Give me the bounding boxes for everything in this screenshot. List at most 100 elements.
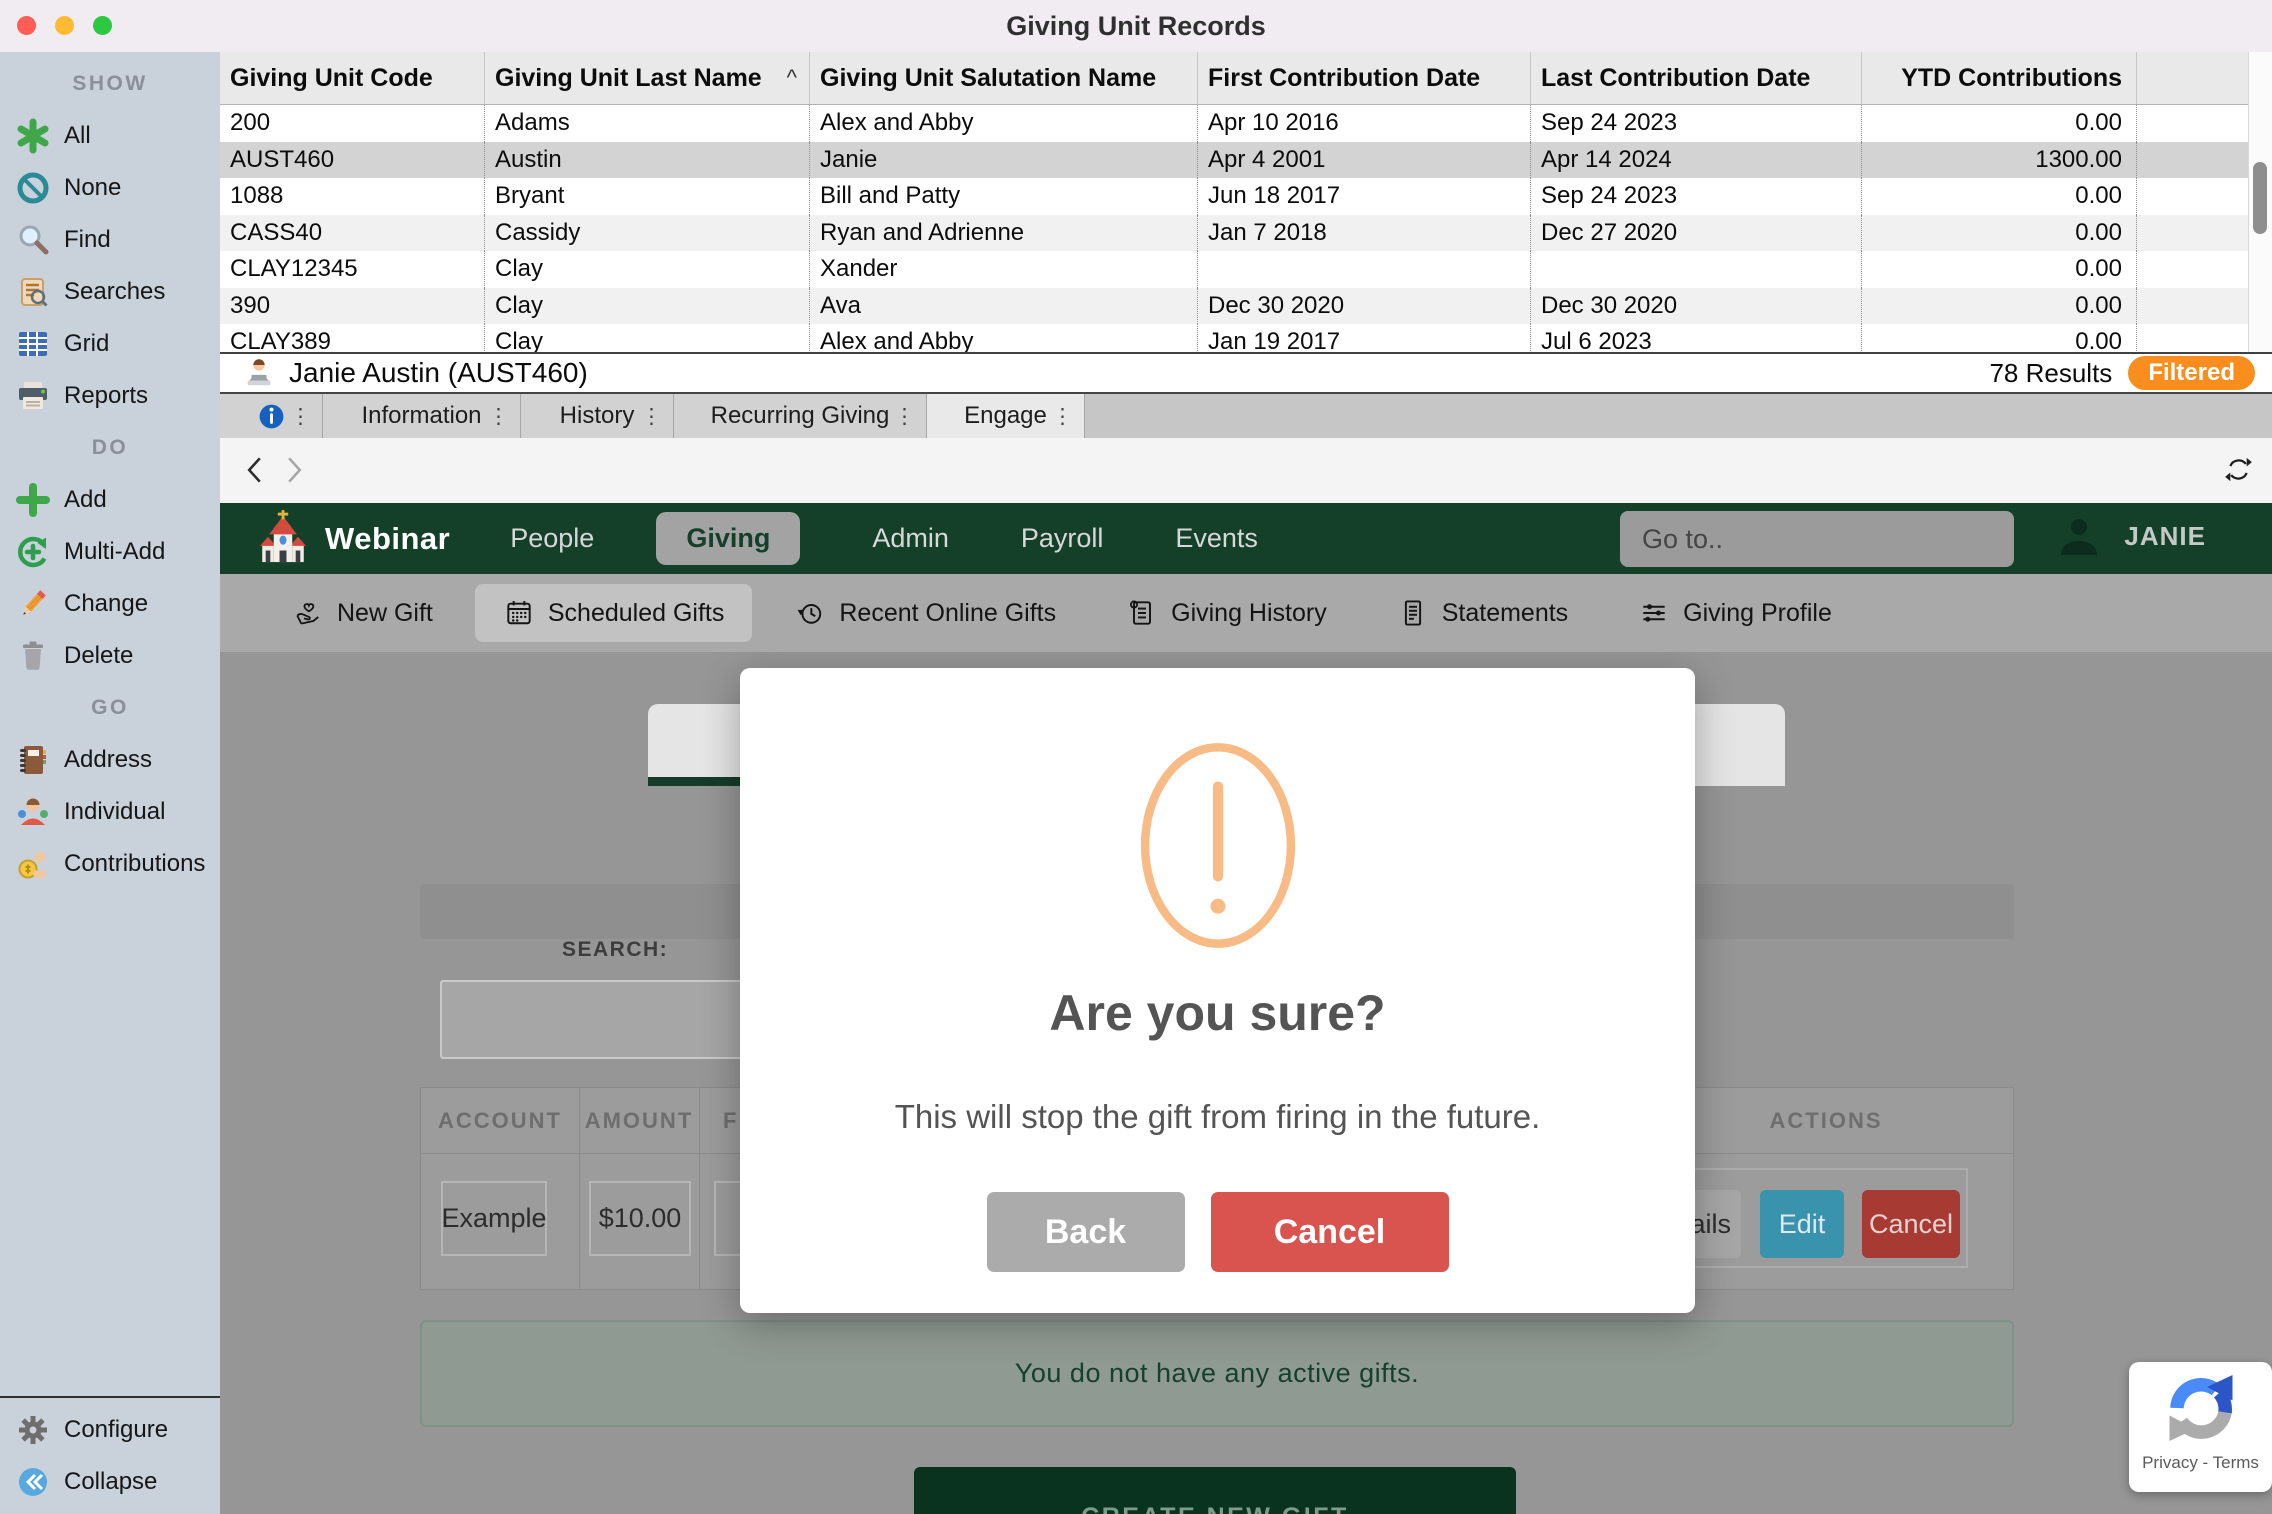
- table-cell: Clay: [484, 251, 809, 288]
- subnav-item-recent-online-gifts[interactable]: Recent Online Gifts: [766, 584, 1084, 642]
- history-icon: [794, 597, 826, 629]
- table-scrollbar[interactable]: [2248, 52, 2272, 352]
- subnav-item-new-gift[interactable]: New Gift: [264, 584, 461, 642]
- statements-icon: [1397, 597, 1429, 629]
- sidebar-item-all[interactable]: All: [0, 110, 220, 162]
- sidebar-item-none[interactable]: None: [0, 162, 220, 214]
- subnav-item-label: Giving History: [1171, 599, 1327, 628]
- subnav-item-giving-history[interactable]: Giving History: [1098, 584, 1355, 642]
- forward-arrow-icon[interactable]: [286, 453, 303, 487]
- sidebar-item-collapse[interactable]: Collapse: [0, 1456, 220, 1508]
- table-row[interactable]: AUST460AustinJanieApr 4 2001Apr 14 20241…: [220, 142, 2249, 179]
- cancel-gift-button[interactable]: Cancel: [1862, 1190, 1960, 1258]
- hand-heart-icon: [292, 597, 324, 629]
- dialog-title: Are you sure?: [740, 984, 1695, 1042]
- recaptcha-links[interactable]: Privacy - Terms: [2129, 1453, 2272, 1473]
- back-button[interactable]: Back: [987, 1192, 1185, 1272]
- column-header-giving-unit-salutation-name[interactable]: Giving Unit Salutation Name: [809, 52, 1197, 104]
- tab-info[interactable]: ⋮: [220, 394, 323, 438]
- tab-information[interactable]: Information⋮: [323, 394, 521, 438]
- column-header-label: Giving Unit Code: [230, 64, 433, 93]
- confirm-cancel-button[interactable]: Cancel: [1211, 1192, 1449, 1272]
- site-brand[interactable]: Webinar: [325, 521, 450, 557]
- sidebar-item-grid[interactable]: Grid: [0, 318, 220, 370]
- column-header-ytd-contributions[interactable]: YTD Contributions: [1861, 52, 2136, 104]
- minimize-window-button[interactable]: [55, 16, 74, 35]
- tab-menu-dots[interactable]: ⋮: [488, 404, 509, 429]
- trash-icon: [15, 638, 51, 674]
- tab-menu-dots[interactable]: ⋮: [290, 404, 311, 429]
- table-row[interactable]: CLAY389ClayAlex and AbbyJan 19 2017Jul 6…: [220, 324, 2249, 352]
- column-header-giving-unit-code[interactable]: Giving Unit Code: [220, 52, 484, 104]
- zoom-window-button[interactable]: [93, 16, 112, 35]
- subnav-item-giving-profile[interactable]: Giving Profile: [1610, 584, 1860, 642]
- column-header-amount: AMOUNT: [579, 1088, 699, 1153]
- table-header-row: Giving Unit Code Giving Unit Last Name^Gi…: [220, 52, 2249, 105]
- address-book-icon: [15, 742, 51, 778]
- column-header-last-contribution-date[interactable]: Last Contribution Date: [1530, 52, 1861, 104]
- search-input[interactable]: [440, 980, 777, 1059]
- sidebar-item-configure[interactable]: Configure: [0, 1404, 220, 1456]
- sidebar-item-reports[interactable]: Reports: [0, 370, 220, 422]
- create-new-gift-button[interactable]: CREATE NEW GIFT: [914, 1467, 1516, 1514]
- column-header-first-contribution-date[interactable]: First Contribution Date: [1197, 52, 1530, 104]
- scrollbar-thumb[interactable]: [2253, 162, 2267, 234]
- nav-item-payroll[interactable]: Payroll: [1021, 523, 1104, 554]
- tab-menu-dots[interactable]: ⋮: [1052, 404, 1073, 429]
- filtered-badge[interactable]: Filtered: [2128, 356, 2255, 390]
- tab-recurring-giving[interactable]: Recurring Giving⋮: [674, 394, 927, 438]
- sidebar-item-individual[interactable]: Individual: [0, 786, 220, 838]
- window-titlebar: Giving Unit Records: [0, 0, 2272, 53]
- sidebar-item-change[interactable]: Change: [0, 578, 220, 630]
- subnav-item-statements[interactable]: Statements: [1369, 584, 1596, 642]
- printer-icon: [15, 378, 51, 414]
- table-cell-filler: [2136, 251, 2249, 288]
- table-row[interactable]: 200AdamsAlex and AbbyApr 10 2016Sep 24 2…: [220, 105, 2249, 142]
- sidebar-item-multi-add[interactable]: Multi-Add: [0, 526, 220, 578]
- sidebar-item-contributions[interactable]: Contributions: [0, 838, 220, 890]
- close-window-button[interactable]: [17, 16, 36, 35]
- column-header-label: Last Contribution Date: [1541, 64, 1810, 93]
- sidebar-item-delete[interactable]: Delete: [0, 630, 220, 682]
- refresh-icon[interactable]: [2223, 454, 2254, 485]
- nav-item-events[interactable]: Events: [1175, 523, 1258, 554]
- tab-history[interactable]: History⋮: [521, 394, 674, 438]
- goto-input[interactable]: [1620, 511, 2014, 567]
- sidebar-item-find[interactable]: Find: [0, 214, 220, 266]
- edit-button[interactable]: Edit: [1760, 1190, 1844, 1258]
- recaptcha-badge[interactable]: Privacy - Terms: [2129, 1362, 2272, 1492]
- site-navbar: Webinar People Giving Admin Payroll Events J…: [220, 503, 2272, 574]
- nav-item-giving[interactable]: Giving: [656, 512, 800, 565]
- sidebar: SHOWAllNoneFindSearchesGridReportsDOAddM…: [0, 52, 221, 1514]
- table-cell: 390: [220, 288, 484, 325]
- column-header-actions: ACTIONS: [1681, 1088, 1971, 1153]
- table-cell: Apr 4 2001: [1197, 142, 1530, 179]
- column-header-label: Giving Unit Last Name: [495, 64, 762, 93]
- tab-engage[interactable]: Engage⋮: [927, 394, 1085, 438]
- sidebar-item-address[interactable]: Address: [0, 734, 220, 786]
- subnav-item-scheduled-gifts[interactable]: Scheduled Gifts: [475, 584, 753, 642]
- sliders-icon: [1638, 597, 1670, 629]
- tab-menu-dots[interactable]: ⋮: [894, 404, 915, 429]
- table-row[interactable]: 1088BryantBill and PattyJun 18 2017Sep 2…: [220, 178, 2249, 215]
- back-arrow-icon[interactable]: [246, 453, 263, 487]
- table-row[interactable]: 390ClayAvaDec 30 2020Dec 30 20200.00: [220, 288, 2249, 325]
- table-cell: Sep 24 2023: [1530, 105, 1861, 142]
- table-row[interactable]: CASS40CassidyRyan and AdrienneJan 7 2018…: [220, 215, 2249, 252]
- sidebar-item-searches[interactable]: Searches: [0, 266, 220, 318]
- table-cell: 0.00: [1861, 215, 2136, 252]
- user-menu[interactable]: JANIE: [2056, 517, 2206, 555]
- search-label: SEARCH:: [562, 938, 668, 962]
- table-cell-filler: [2136, 288, 2249, 325]
- sidebar-item-add[interactable]: Add: [0, 474, 220, 526]
- column-header-giving-unit-last-name[interactable]: Giving Unit Last Name^: [484, 52, 809, 104]
- subnav-item-label: New Gift: [337, 599, 433, 628]
- table-cell: Jun 18 2017: [1197, 178, 1530, 215]
- sidebar-item-label: Delete: [64, 642, 133, 670]
- tab-menu-dots[interactable]: ⋮: [641, 404, 662, 429]
- table-cell: Apr 10 2016: [1197, 105, 1530, 142]
- pencil-icon: [15, 586, 51, 622]
- nav-item-people[interactable]: People: [510, 523, 594, 554]
- table-row[interactable]: CLAY12345ClayXander0.00: [220, 251, 2249, 288]
- nav-item-admin[interactable]: Admin: [872, 523, 949, 554]
